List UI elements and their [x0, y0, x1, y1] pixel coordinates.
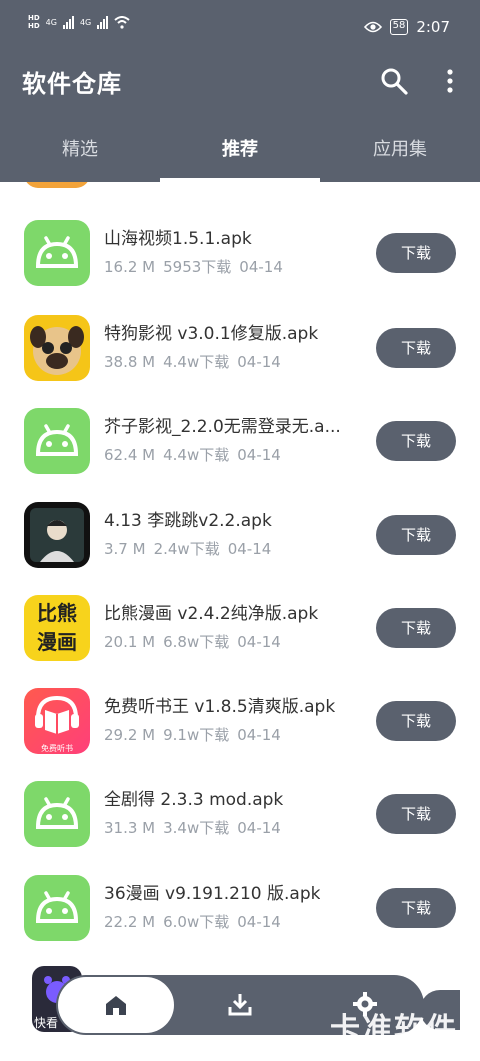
app-meta: 38.8 M 4.4w下载 04-14	[104, 353, 281, 371]
download-button[interactable]: 下载	[376, 701, 456, 741]
app-name: 免费听书王 v1.8.5清爽版.apk	[104, 697, 336, 717]
bixiong-icon: 比熊 漫画	[24, 595, 90, 661]
signal-icon	[62, 15, 74, 29]
download-button[interactable]: 下载	[376, 421, 456, 461]
status-bar: HD HD 4G 4G 58 2:07	[0, 0, 480, 56]
app-header: HD HD 4G 4G 58 2:07 软件仓库 精选 推荐 应用集	[0, 0, 480, 182]
android-icon	[24, 220, 90, 286]
app-meta: 22.2 M 6.0w下载 04-14	[104, 913, 281, 931]
download-button[interactable]: 下载	[376, 515, 456, 555]
search-icon[interactable]	[379, 66, 409, 96]
download-icon[interactable]	[227, 991, 253, 1017]
tab-collections[interactable]: 应用集	[320, 128, 480, 182]
app-name: 36漫画 v9.191.210 版.apk	[104, 884, 321, 904]
android-icon	[24, 875, 90, 941]
hd-indicator: HD HD	[28, 14, 40, 30]
partial-app-caption: 快看	[34, 1016, 59, 1030]
signal-icon	[97, 15, 109, 29]
download-button[interactable]: 下载	[376, 888, 456, 928]
download-button[interactable]: 下载	[376, 608, 456, 648]
book-headphones-icon: 免费听书	[24, 688, 90, 754]
app-name: 比熊漫画 v2.4.2纯净版.apk	[104, 604, 319, 624]
app-name: 全剧得 2.3.3 mod.apk	[104, 790, 284, 810]
android-icon	[24, 781, 90, 847]
tab-featured[interactable]: 精选	[0, 128, 160, 182]
app-name: 特狗影视 v3.0.1修复版.apk	[104, 324, 319, 344]
app-meta: 62.4 M 4.4w下载 04-14	[104, 446, 281, 464]
app-name: 山海视频1.5.1.apk	[104, 229, 252, 249]
list-item[interactable]: 特狗影视 v3.0.1修复版.apk 38.8 M 4.4w下载 04-14 下载	[0, 315, 480, 408]
list-item[interactable]: 4.13 李跳跳v2.2.apk 3.7 M 2.4w下载 04-14 下载	[0, 502, 480, 595]
download-button[interactable]: 下载	[376, 328, 456, 368]
list-item[interactable]: 36漫画 v9.191.210 版.apk 22.2 M 6.0w下载 04-14 …	[0, 875, 480, 968]
list-item[interactable]: 山海视频1.5.1.apk 16.2 M 5953下载 04-14 下载	[0, 220, 480, 313]
list-item[interactable]: 比熊 漫画 比熊漫画 v2.4.2纯净版.apk 20.1 M 6.8w下载 04-…	[0, 595, 480, 688]
eye-icon	[363, 21, 382, 33]
app-name: 4.13 李跳跳v2.2.apk	[104, 511, 272, 531]
network-indicators: HD HD 4G 4G	[28, 14, 130, 30]
download-button[interactable]: 下载	[376, 233, 456, 273]
tab-recommended[interactable]: 推荐	[160, 128, 320, 182]
app-meta: 20.1 M 6.8w下载 04-14	[104, 633, 281, 651]
more-vertical-icon[interactable]	[440, 66, 460, 96]
android-icon	[24, 408, 90, 474]
status-right: 58 2:07	[363, 18, 450, 36]
page-title: 软件仓库	[22, 70, 122, 98]
tab-bar: 精选 推荐 应用集	[0, 128, 480, 182]
app-meta: 31.3 M 3.4w下载 04-14	[104, 819, 281, 837]
net-label-1: 4G	[45, 17, 57, 27]
clock: 2:07	[416, 18, 450, 36]
app-name: 芥子影视_2.2.0无需登录无.a...	[104, 417, 341, 437]
battery-indicator: 58	[389, 19, 409, 35]
app-meta: 29.2 M 9.1w下载 04-14	[104, 726, 281, 744]
pug-icon	[24, 315, 90, 381]
app-list[interactable]: 山海视频1.5.1.apk 16.2 M 5953下载 04-14 下载 特狗影视 …	[0, 182, 480, 1061]
net-label-2: 4G	[79, 17, 92, 27]
list-item[interactable]: 全剧得 2.3.3 mod.apk 31.3 M 3.4w下载 04-14 下载	[0, 781, 480, 874]
avatar-icon	[24, 502, 90, 568]
partial-app-icon	[24, 182, 90, 188]
home-icon[interactable]	[104, 994, 128, 1016]
watermark: 卡准软件	[330, 1012, 458, 1047]
wifi-icon	[114, 15, 130, 29]
list-item[interactable]: 芥子影视_2.2.0无需登录无.a... 62.4 M 4.4w下载 04-14 下…	[0, 408, 480, 501]
download-button[interactable]: 下载	[376, 794, 456, 834]
app-meta: 3.7 M 2.4w下载 04-14	[104, 540, 272, 558]
list-item[interactable]: 免费听书 免费听书王 v1.8.5清爽版.apk 29.2 M 9.1w下载 04-…	[0, 688, 480, 781]
app-meta: 16.2 M 5953下载 04-14	[104, 258, 283, 276]
